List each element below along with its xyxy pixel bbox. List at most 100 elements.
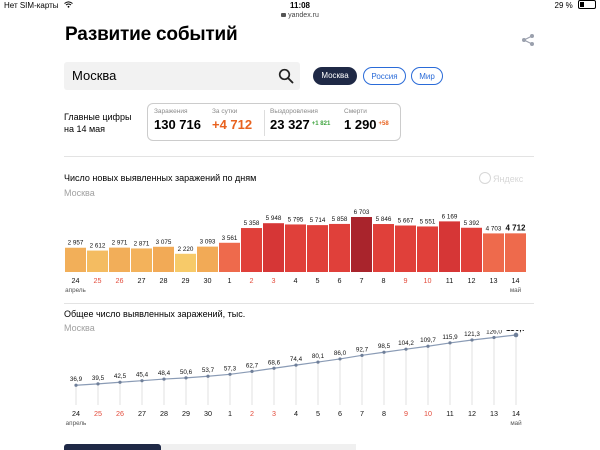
data-point: [206, 374, 210, 378]
bar-value-label: 2 871: [134, 240, 150, 247]
x-tick-label: 8: [382, 409, 386, 418]
x-tick-label: 29: [182, 409, 190, 418]
data-point: [228, 372, 232, 376]
search-input[interactable]: Москва: [64, 62, 300, 90]
bar-value-label: 5 858: [332, 216, 348, 223]
chart-bar: [417, 226, 438, 272]
x-tick-label: 30: [204, 409, 212, 418]
total-chart-title: Общее число выявленных заражений, тыс.: [64, 309, 246, 319]
point-value-label: 62,7: [246, 362, 259, 369]
stat-daily-value: +4 712: [212, 117, 253, 132]
battery-icon: [578, 0, 596, 9]
point-value-label: 39,5: [92, 375, 105, 382]
point-value-label: 53,7: [202, 367, 215, 374]
bar-value-label: 5 795: [288, 216, 304, 223]
region-tab-world[interactable]: Мир: [411, 67, 443, 85]
chart-bar: [241, 228, 262, 272]
chart-bar: [65, 247, 86, 272]
stat-recovered-delta: +1 821: [311, 121, 331, 127]
data-point: [426, 344, 430, 348]
region-tab-moscow[interactable]: Москва: [313, 67, 357, 85]
chart-bar: [175, 253, 196, 272]
battery-percent: 29 %: [554, 1, 573, 10]
stat-recovered-label: Выздоровления: [270, 108, 318, 115]
yandex-watermark: Яндекс: [479, 172, 523, 184]
bar-value-label: 6 703: [354, 209, 370, 216]
lock-icon: [281, 13, 287, 17]
stat-deaths: Смерти 1 290 +58: [344, 108, 389, 132]
point-value-label: 104,2: [398, 340, 414, 347]
chart-bar: [109, 247, 130, 272]
data-point: [118, 380, 122, 384]
data-point: [492, 335, 496, 340]
point-value-label: 36,9: [70, 376, 83, 383]
key-figures-date: на 14 мая: [64, 124, 106, 134]
key-figures-label: Главные цифры на 14 мая: [64, 111, 131, 135]
chart-bar: [373, 224, 394, 272]
bottom-tab-active[interactable]: [64, 444, 161, 450]
search-icon[interactable]: [278, 68, 294, 84]
x-tick-label: 11: [446, 276, 453, 285]
data-point: [360, 353, 364, 357]
data-point: [382, 350, 386, 354]
region-tab-russia[interactable]: Россия: [363, 67, 406, 85]
bottom-tab-inactive[interactable]: [161, 444, 356, 450]
bar-value-label: 3 075: [156, 239, 172, 246]
point-value-label: 130,7: [506, 330, 527, 333]
data-point: [513, 332, 519, 338]
x-tick-label: 26: [116, 409, 124, 418]
data-point: [404, 347, 408, 351]
data-point: [140, 379, 144, 383]
x-tick-label: 27: [138, 409, 146, 418]
point-value-label: 121,3: [464, 331, 480, 338]
x-tick-label: 9: [404, 276, 408, 285]
chart-bar: [351, 217, 372, 272]
data-point: [316, 360, 320, 364]
data-point: [338, 357, 342, 361]
x-tick-label: 3: [272, 409, 276, 418]
url-bar[interactable]: yandex.ru: [0, 12, 600, 19]
bar-value-label: 5 551: [420, 218, 436, 225]
data-point: [448, 341, 452, 345]
x-tick-label: 5: [316, 276, 320, 285]
chart-bar: [285, 224, 306, 272]
daily-chart-title: Число новых выявленных заражений по дням: [64, 173, 257, 183]
point-value-label: 115,9: [442, 334, 458, 341]
point-value-label: 45,4: [136, 372, 149, 379]
point-value-label: 42,5: [114, 373, 127, 380]
chart-bar: [87, 250, 108, 272]
stat-infections: Заражения 130 716: [154, 108, 201, 132]
stat-infections-label: Заражения: [154, 108, 188, 115]
chart-bar: [219, 242, 240, 272]
x-tick-label: 27: [138, 276, 146, 285]
x-tick-label: 1: [228, 276, 232, 285]
bar-value-label: 2 612: [90, 243, 106, 250]
key-figures-title: Главные цифры: [64, 112, 132, 122]
x-tick-label: 7: [360, 409, 364, 418]
x-tick-label: 2: [250, 276, 254, 285]
chart-bar: [461, 227, 482, 272]
x-tick-label: 28: [160, 276, 168, 285]
key-figures-card: Заражения 130 716 За сутки +4 712 Выздор…: [147, 103, 401, 141]
daily-chart-subtitle: Москва: [64, 188, 95, 198]
x-tick-label: 6: [338, 409, 342, 418]
bar-value-label: 2 971: [112, 240, 128, 247]
month-label: апрель: [65, 287, 86, 294]
point-value-label: 68,6: [268, 359, 281, 366]
point-value-label: 50,6: [180, 369, 193, 376]
x-tick-label: 4: [294, 276, 298, 285]
x-tick-label: 2: [250, 409, 254, 418]
data-point: [96, 382, 100, 386]
x-tick-label: 11: [446, 409, 453, 418]
x-tick-label: 24: [72, 276, 80, 285]
page-title: Развитие событий: [65, 24, 238, 45]
share-icon[interactable]: [521, 33, 535, 47]
x-tick-label: 1: [228, 409, 232, 418]
chart-bar: [197, 246, 218, 272]
bar-value-label: 5 948: [266, 215, 282, 222]
x-tick-label: 29: [182, 276, 190, 285]
point-value-label: 57,3: [224, 365, 237, 372]
x-tick-label: 10: [424, 276, 432, 285]
x-tick-label: 14: [512, 409, 520, 418]
data-point: [272, 366, 276, 370]
